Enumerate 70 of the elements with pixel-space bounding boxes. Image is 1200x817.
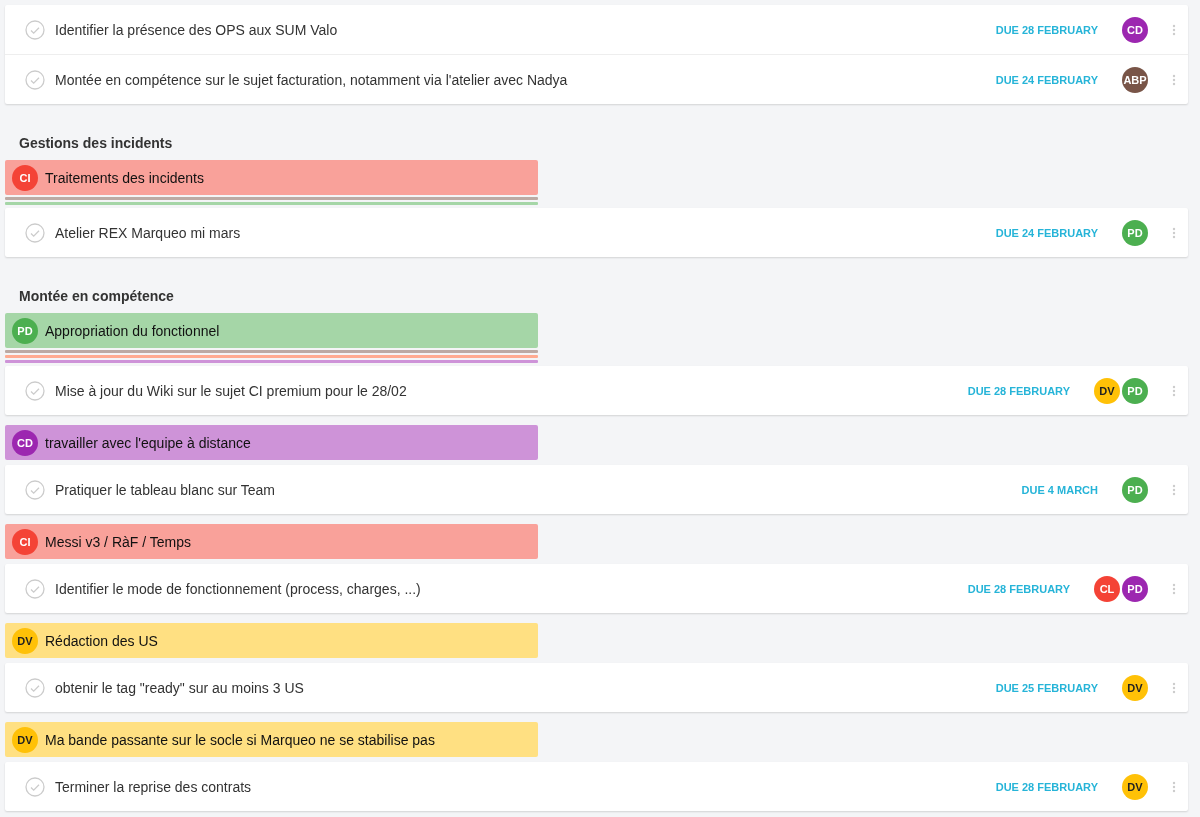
objective-title: Appropriation du fonctionnel — [45, 322, 220, 339]
task-title: Terminer la reprise des contrats — [55, 778, 253, 795]
check-circle-icon[interactable] — [25, 677, 45, 698]
objective-bar[interactable]: DV Ma bande passante sur le socle si Marqueo ne se stabilise pas — [5, 722, 538, 757]
due-date: DUE 25 FEBRUARY — [995, 681, 1098, 694]
task-row[interactable]: Pratiquer le tableau blanc sur Team DUE 4 MARCH PD — [5, 465, 1188, 514]
task-title: Identifier le mode de fonctionnement (process, charges, ...) — [55, 580, 422, 597]
check-circle-icon[interactable] — [25, 776, 45, 797]
objective-title: Rédaction des US — [45, 632, 158, 649]
task-row[interactable]: Atelier REX Marqueo mi mars DUE 24 FEBRUARY PD — [5, 208, 1188, 257]
check-circle-icon[interactable] — [25, 380, 45, 401]
objective-title: Traitements des incidents — [45, 169, 204, 186]
task-row[interactable]: Identifier la présence des OPS aux SUM Valo DUE 28 FEBRUARY CD — [5, 5, 1188, 54]
due-date: DUE 28 FEBRUARY — [995, 780, 1098, 793]
avatar: CD — [12, 429, 38, 456]
avatar: PD — [12, 317, 38, 344]
objective-title: Messi v3 / RàF / Temps — [45, 533, 191, 550]
more-vertical-icon[interactable] — [1172, 681, 1176, 694]
more-vertical-icon[interactable] — [1172, 73, 1176, 86]
due-date: DUE 28 FEBRUARY — [967, 384, 1070, 397]
check-circle-icon[interactable] — [25, 479, 45, 500]
avatar: CI — [12, 164, 38, 191]
check-circle-icon[interactable] — [25, 69, 45, 90]
task-row[interactable]: obtenir le tag "ready" sur au moins 3 US DUE 25 FEBRUARY DV — [5, 663, 1188, 712]
check-circle-icon[interactable] — [25, 222, 45, 243]
task-row[interactable]: Identifier le mode de fonctionnement (process, charges, ...) DUE 28 FEBRUARY CL PD — [5, 564, 1188, 613]
more-vertical-icon[interactable] — [1172, 23, 1176, 36]
avatar: PD — [1122, 377, 1148, 404]
more-vertical-icon[interactable] — [1172, 780, 1176, 793]
task-title: Pratiquer le tableau blanc sur Team — [55, 481, 276, 498]
task-row[interactable]: Mise à jour du Wiki sur le sujet CI premium pour le 28/02 DUE 28 FEBRUARY DV PD — [5, 366, 1188, 415]
due-date: DUE 24 FEBRUARY — [995, 73, 1098, 86]
task-row[interactable]: Terminer la reprise des contrats DUE 28 FEBRUARY DV — [5, 762, 1188, 811]
task-title: Mise à jour du Wiki sur le sujet CI premium pour le 28/02 — [55, 382, 408, 399]
avatar: CD — [1122, 16, 1148, 43]
due-date: DUE 24 FEBRUARY — [995, 226, 1098, 239]
avatar: CL — [1094, 575, 1120, 602]
due-date: DUE 28 FEBRUARY — [967, 582, 1070, 595]
avatar: PD — [1122, 575, 1148, 602]
task-title: Montée en compétence sur le sujet facturation, notamment via l'atelier avec Nadya — [55, 71, 569, 88]
avatar: PD — [1122, 476, 1148, 503]
task-row[interactable]: Montée en compétence sur le sujet facturation, notamment via l'atelier avec Nadya DUE 24 FEBRUARY ABP — [5, 54, 1188, 104]
section-heading: Gestions des incidents — [18, 134, 174, 153]
objective-bar[interactable]: PD Appropriation du fonctionnel — [5, 313, 538, 348]
more-vertical-icon[interactable] — [1172, 226, 1176, 239]
objective-bar[interactable]: DV Rédaction des US — [5, 623, 538, 658]
objective-bar[interactable]: CI Messi v3 / RàF / Temps — [5, 524, 538, 559]
objective-bar[interactable]: CI Traitements des incidents — [5, 160, 538, 195]
more-vertical-icon[interactable] — [1172, 582, 1176, 595]
objective-title: travailler avec l'equipe à distance — [45, 434, 251, 451]
more-vertical-icon[interactable] — [1172, 483, 1176, 496]
section-heading: Montée en compétence — [18, 287, 175, 306]
objective-bar[interactable]: CD travailler avec l'equipe à distance — [5, 425, 538, 460]
task-title: Atelier REX Marqueo mi mars — [55, 224, 242, 241]
due-date: DUE 4 MARCH — [1021, 483, 1098, 496]
objective-title: Ma bande passante sur le socle si Marqueo ne se stabilise pas — [45, 731, 435, 748]
avatar: DV — [12, 726, 38, 753]
avatar: ABP — [1122, 66, 1148, 93]
avatar: PD — [1122, 219, 1148, 246]
check-circle-icon[interactable] — [25, 19, 45, 40]
task-title: Identifier la présence des OPS aux SUM Valo — [55, 21, 339, 38]
avatar: DV — [1122, 773, 1148, 800]
task-title: obtenir le tag "ready" sur au moins 3 US — [55, 679, 305, 696]
avatar: DV — [1122, 674, 1148, 701]
more-vertical-icon[interactable] — [1172, 384, 1176, 397]
avatar: DV — [12, 627, 38, 654]
avatar: DV — [1094, 377, 1120, 404]
check-circle-icon[interactable] — [25, 578, 45, 599]
avatar: CI — [12, 528, 38, 555]
due-date: DUE 28 FEBRUARY — [995, 23, 1098, 36]
